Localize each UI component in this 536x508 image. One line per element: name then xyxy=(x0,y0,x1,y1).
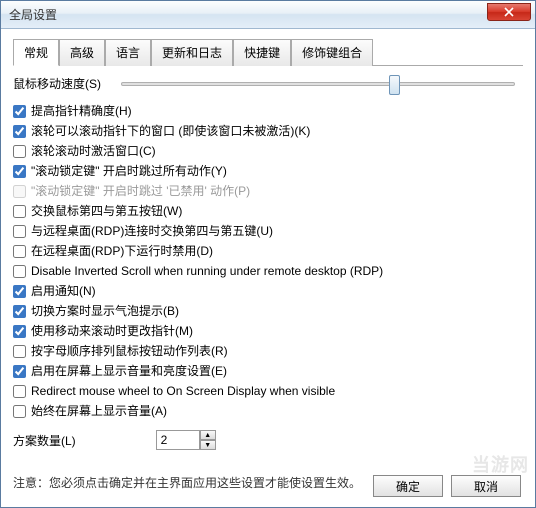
option-label-9: 启用通知(N) xyxy=(31,282,96,300)
close-icon xyxy=(504,7,514,17)
option-row-8: Disable Inverted Scroll when running und… xyxy=(13,262,523,280)
tab-advanced[interactable]: 高级 xyxy=(59,39,105,66)
option-label-10: 切换方案时显示气泡提示(B) xyxy=(31,302,179,320)
option-checkbox-5[interactable] xyxy=(13,205,26,218)
option-checkbox-0[interactable] xyxy=(13,105,26,118)
option-row-5: 交换鼠标第四与第五按钮(W) xyxy=(13,202,523,220)
mouse-speed-slider[interactable] xyxy=(121,82,515,86)
option-row-10: 切换方案时显示气泡提示(B) xyxy=(13,302,523,320)
cancel-button[interactable]: 取消 xyxy=(451,475,521,497)
option-label-12: 按字母顺序排列鼠标按钮动作列表(R) xyxy=(31,342,228,360)
tab-general[interactable]: 常规 xyxy=(13,39,59,66)
option-label-13: 启用在屏幕上显示音量和亮度设置(E) xyxy=(31,362,227,380)
option-label-8: Disable Inverted Scroll when running und… xyxy=(31,262,383,280)
close-button[interactable] xyxy=(487,3,531,21)
option-checkbox-12[interactable] xyxy=(13,345,26,358)
option-checkbox-7[interactable] xyxy=(13,245,26,258)
option-checkbox-10[interactable] xyxy=(13,305,26,318)
tab-updates[interactable]: 更新和日志 xyxy=(151,39,233,66)
spinner-up-button[interactable]: ▲ xyxy=(200,430,216,440)
titlebar: 全局设置 xyxy=(1,1,535,29)
mouse-speed-label: 鼠标移动速度(S) xyxy=(13,75,101,92)
profile-count-input[interactable] xyxy=(156,430,200,450)
option-label-11: 使用移动来滚动时更改指针(M) xyxy=(31,322,193,340)
tab-bar: 常规 高级 语言 更新和日志 快捷键 修饰键组合 xyxy=(13,38,523,66)
window-title: 全局设置 xyxy=(9,6,57,23)
option-checkbox-1[interactable] xyxy=(13,125,26,138)
option-row-11: 使用移动来滚动时更改指针(M) xyxy=(13,322,523,340)
option-label-1: 滚轮可以滚动指针下的窗口 (即使该窗口未被激活)(K) xyxy=(31,122,310,140)
option-checkbox-9[interactable] xyxy=(13,285,26,298)
option-checkbox-4 xyxy=(13,185,26,198)
option-label-6: 与远程桌面(RDP)连接时交换第四与第五键(U) xyxy=(31,222,273,240)
option-row-7: 在远程桌面(RDP)下运行时禁用(D) xyxy=(13,242,523,260)
tab-hotkeys[interactable]: 快捷键 xyxy=(233,39,291,66)
option-checkbox-11[interactable] xyxy=(13,325,26,338)
option-label-14: Redirect mouse wheel to On Screen Displa… xyxy=(31,382,335,400)
option-row-15: 始终在屏幕上显示音量(A) xyxy=(13,402,523,420)
option-row-13: 启用在屏幕上显示音量和亮度设置(E) xyxy=(13,362,523,380)
content-area: 常规 高级 语言 更新和日志 快捷键 修饰键组合 鼠标移动速度(S) 提高指针精… xyxy=(1,29,535,501)
option-label-7: 在远程桌面(RDP)下运行时禁用(D) xyxy=(31,242,213,260)
option-row-0: 提高指针精确度(H) xyxy=(13,102,523,120)
option-checkbox-15[interactable] xyxy=(13,405,26,418)
option-label-3: "滚动锁定键" 开启时跳过所有动作(Y) xyxy=(31,162,227,180)
option-checkbox-3[interactable] xyxy=(13,165,26,178)
option-row-14: Redirect mouse wheel to On Screen Displa… xyxy=(13,382,523,400)
settings-window: 全局设置 常规 高级 语言 更新和日志 快捷键 修饰键组合 鼠标移动速度(S) … xyxy=(0,0,536,508)
option-label-15: 始终在屏幕上显示音量(A) xyxy=(31,402,167,420)
tab-modifiers[interactable]: 修饰键组合 xyxy=(291,39,373,66)
tab-language[interactable]: 语言 xyxy=(105,39,151,66)
button-bar: 确定 取消 xyxy=(373,475,521,497)
option-row-12: 按字母顺序排列鼠标按钮动作列表(R) xyxy=(13,342,523,360)
option-label-2: 滚轮滚动时激活窗口(C) xyxy=(31,142,156,160)
ok-button[interactable]: 确定 xyxy=(373,475,443,497)
option-row-4: "滚动锁定键" 开启时跳过 '已禁用' 动作(P) xyxy=(13,182,523,200)
option-row-9: 启用通知(N) xyxy=(13,282,523,300)
option-label-0: 提高指针精确度(H) xyxy=(31,102,132,120)
option-row-3: "滚动锁定键" 开启时跳过所有动作(Y) xyxy=(13,162,523,180)
option-checkbox-6[interactable] xyxy=(13,225,26,238)
option-checkbox-13[interactable] xyxy=(13,365,26,378)
options-list: 提高指针精确度(H) 滚轮可以滚动指针下的窗口 (即使该窗口未被激活)(K) 滚轮滚… xyxy=(13,102,523,420)
mouse-speed-row: 鼠标移动速度(S) xyxy=(13,75,523,92)
profile-count-row: 方案数量(L) ▲ ▼ xyxy=(13,430,523,450)
slider-thumb[interactable] xyxy=(389,75,400,95)
profile-count-label: 方案数量(L) xyxy=(13,432,76,449)
option-label-5: 交换鼠标第四与第五按钮(W) xyxy=(31,202,182,220)
option-checkbox-2[interactable] xyxy=(13,145,26,158)
option-label-4: "滚动锁定键" 开启时跳过 '已禁用' 动作(P) xyxy=(31,182,250,200)
spinner-down-button[interactable]: ▼ xyxy=(200,440,216,450)
option-row-2: 滚轮滚动时激活窗口(C) xyxy=(13,142,523,160)
option-row-1: 滚轮可以滚动指针下的窗口 (即使该窗口未被激活)(K) xyxy=(13,122,523,140)
option-checkbox-8[interactable] xyxy=(13,265,26,278)
option-checkbox-14[interactable] xyxy=(13,385,26,398)
option-row-6: 与远程桌面(RDP)连接时交换第四与第五键(U) xyxy=(13,222,523,240)
